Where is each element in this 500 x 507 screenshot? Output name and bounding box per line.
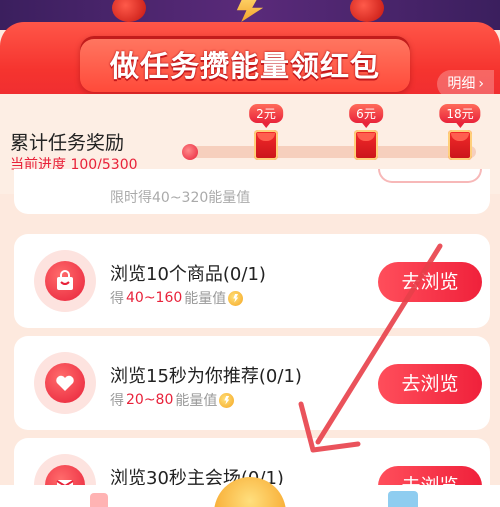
reward-title: 累计任务奖励 xyxy=(10,132,125,154)
browse-button[interactable]: 去浏览 xyxy=(378,364,482,404)
task-reward-partial: 限时得40~320能量值 xyxy=(110,190,251,206)
red-envelope-icon xyxy=(254,130,278,160)
lightning-icon xyxy=(236,0,264,22)
task-name: 浏览10个商品(0/1) xyxy=(110,264,266,285)
energy-coin-icon xyxy=(219,392,235,408)
milestone-badge: 2元 xyxy=(249,104,283,128)
task-reward-suffix: 能量值 xyxy=(184,291,227,307)
task-name: 浏览15秒为你推荐(0/1) xyxy=(110,366,302,387)
heart-icon xyxy=(45,363,85,403)
header-banner: 做任务攒能量领红包 明细 › xyxy=(0,22,500,102)
page-title: 做任务攒能量领红包 xyxy=(109,49,380,83)
task-list: 限时得40~320能量值 浏览10个商品(0/1) 得 40~160 能量值 去… xyxy=(0,169,500,507)
bottom-nav xyxy=(0,477,500,507)
task-reward-suffix: 能量值 xyxy=(175,393,218,409)
banner-title-box: 做任务攒能量领红包 xyxy=(80,36,410,92)
red-envelope-icon xyxy=(448,130,472,160)
milestone-badge: 18元 xyxy=(439,104,481,128)
task-icon-wrap xyxy=(34,352,96,414)
milestone-badge: 6元 xyxy=(349,104,383,128)
reward-progress-track xyxy=(182,144,476,160)
task-reward: 得 40~160 能量值 xyxy=(110,288,244,308)
task-card-partial: 限时得40~320能量值 xyxy=(14,169,490,214)
progress-dot xyxy=(182,144,198,160)
task-reward-prefix: 得 xyxy=(110,393,124,409)
task-card: 浏览15秒为你推荐(0/1) 得 20~80 能量值 去浏览 xyxy=(14,336,490,430)
lantern-icon xyxy=(112,0,146,22)
task-reward-range: 20~80 xyxy=(126,392,174,408)
task-reward-prefix: 得 xyxy=(110,291,124,307)
task-button-partial[interactable] xyxy=(378,169,482,183)
browse-button[interactable]: 去浏览 xyxy=(378,262,482,302)
nav-right-icon[interactable] xyxy=(388,491,418,507)
nav-home-icon[interactable] xyxy=(90,493,108,507)
lantern-icon xyxy=(350,0,384,22)
task-card: 浏览10个商品(0/1) 得 40~160 能量值 去浏览 xyxy=(14,234,490,328)
task-icon-wrap xyxy=(34,250,96,312)
task-reward-range: 40~160 xyxy=(126,290,183,306)
shopping-bag-icon xyxy=(45,261,85,301)
energy-coin-icon xyxy=(228,290,244,306)
red-envelope-icon xyxy=(354,130,378,160)
task-reward: 得 20~80 能量值 xyxy=(110,390,235,410)
